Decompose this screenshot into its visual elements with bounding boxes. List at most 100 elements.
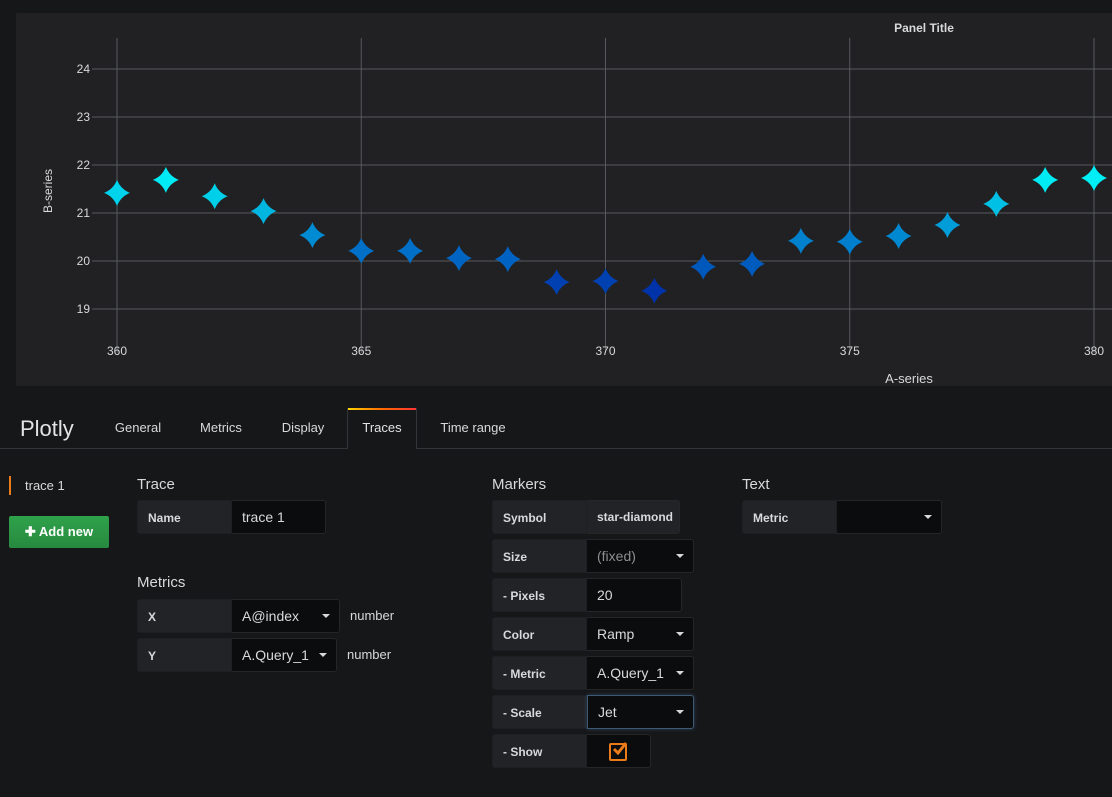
data-point[interactable] xyxy=(250,198,277,225)
x-type: number xyxy=(350,608,395,623)
data-point[interactable] xyxy=(739,250,766,277)
text-section-title: Text xyxy=(742,476,770,493)
trace-list-item[interactable]: trace 1 xyxy=(9,476,65,495)
color-metric-select[interactable]: A.Query_1 xyxy=(587,656,694,690)
data-point[interactable] xyxy=(641,277,668,304)
data-point[interactable] xyxy=(348,237,375,264)
data-point[interactable] xyxy=(445,245,472,272)
name-field-row: Name trace 1 xyxy=(137,500,326,534)
color-metric-label: - Metric xyxy=(492,656,587,690)
color-label: Color xyxy=(492,617,587,651)
x-label: X xyxy=(137,599,232,633)
color-select[interactable]: Ramp xyxy=(587,617,694,651)
size-row: Size (fixed) xyxy=(492,539,694,573)
y-metric-row: Y A.Query_1 number xyxy=(137,638,391,672)
pixels-row: - Pixels 20 xyxy=(492,578,682,612)
tick-labels: 360 365 370 375 380 19 20 21 22 23 24 xyxy=(77,62,1105,358)
y-tick-label: 20 xyxy=(77,254,91,268)
y-metric-value: A.Query_1 xyxy=(242,647,309,663)
editor-title: Plotly xyxy=(20,416,74,441)
scale-row: - Scale Jet xyxy=(492,695,694,729)
scale-label: - Scale xyxy=(492,695,587,729)
tab-time-range[interactable]: Time range xyxy=(425,408,521,448)
symbol-label: Symbol xyxy=(492,500,587,534)
symbol-row: Symbol star-diamond xyxy=(492,500,680,534)
y-tick-label: 23 xyxy=(77,110,91,124)
y-label: Y xyxy=(137,638,232,672)
data-point[interactable] xyxy=(1032,166,1059,193)
chevron-down-icon xyxy=(924,515,932,519)
y-tick-label: 24 xyxy=(77,62,91,76)
data-point[interactable] xyxy=(494,246,521,273)
markers-section-title: Markers xyxy=(492,476,547,493)
color-value: Ramp xyxy=(597,626,635,642)
show-label: - Show xyxy=(492,734,587,768)
x-tick-label: 380 xyxy=(1084,344,1104,358)
chevron-down-icon xyxy=(319,653,327,657)
y-tick-label: 19 xyxy=(77,302,91,316)
checkmark-icon xyxy=(612,742,628,755)
chevron-down-icon xyxy=(322,614,330,618)
show-row: - Show xyxy=(492,734,651,768)
y-tick-label: 21 xyxy=(77,206,91,220)
chevron-down-icon xyxy=(676,671,684,675)
y-type: number xyxy=(347,647,392,662)
color-metric-row: - Metric A.Query_1 xyxy=(492,656,694,690)
x-metric-select[interactable]: A@index xyxy=(232,599,340,633)
data-point[interactable] xyxy=(543,269,570,296)
data-point[interactable] xyxy=(592,268,619,295)
add-new-button[interactable]: ✚ Add new xyxy=(9,516,109,548)
color-row: Color Ramp xyxy=(492,617,694,651)
scatter-chart[interactable]: 360 365 370 375 380192021222324 Panel Title … xyxy=(16,13,1112,386)
y-tick-label: 22 xyxy=(77,158,91,172)
trace-section-title: Trace xyxy=(137,476,175,493)
pixels-input[interactable]: 20 xyxy=(587,578,682,612)
name-input[interactable]: trace 1 xyxy=(232,500,326,534)
tab-display[interactable]: Display xyxy=(266,408,340,448)
y-axis-label: B-series xyxy=(41,169,55,213)
chevron-down-icon xyxy=(676,710,684,714)
text-metric-label: Metric xyxy=(742,500,837,534)
tab-traces[interactable]: Traces xyxy=(347,408,417,449)
text-metric-row: Metric xyxy=(742,500,942,534)
data-point[interactable] xyxy=(836,228,863,255)
chevron-down-icon xyxy=(676,554,684,558)
tab-general[interactable]: General xyxy=(100,408,176,448)
data-point[interactable] xyxy=(104,179,130,206)
tab-metrics[interactable]: Metrics xyxy=(184,408,258,448)
x-tick-label: 370 xyxy=(595,344,615,358)
show-checkbox-cell xyxy=(587,734,651,768)
size-select[interactable]: (fixed) xyxy=(587,539,694,573)
data-point[interactable] xyxy=(299,222,326,249)
data-point[interactable] xyxy=(690,253,717,280)
x-tick-label: 375 xyxy=(840,344,860,358)
chart-panel: 360 365 370 375 380 19 20 21 22 23 24 Panel Title … xyxy=(16,13,1112,386)
grid xyxy=(92,38,1112,353)
x-metric-row: X A@index number xyxy=(137,599,394,633)
pixels-label: - Pixels xyxy=(492,578,587,612)
scale-select[interactable]: Jet xyxy=(587,695,694,729)
x-metric-value: A@index xyxy=(242,608,300,624)
chevron-down-icon xyxy=(676,632,684,636)
data-point[interactable] xyxy=(397,237,424,264)
x-tick-label: 365 xyxy=(351,344,371,358)
plus-icon: ✚ xyxy=(24,524,39,539)
symbol-value[interactable]: star-diamond xyxy=(587,500,680,534)
data-point[interactable] xyxy=(885,223,912,250)
y-metric-select[interactable]: A.Query_1 xyxy=(232,638,337,672)
text-metric-select[interactable] xyxy=(837,500,942,534)
data-point[interactable] xyxy=(934,212,961,238)
data-point[interactable] xyxy=(787,227,814,254)
metrics-section-title: Metrics xyxy=(137,574,186,591)
data-point[interactable] xyxy=(152,166,179,193)
add-new-label: Add new xyxy=(38,524,94,539)
color-metric-value: A.Query_1 xyxy=(597,665,664,681)
data-point[interactable] xyxy=(1081,164,1107,191)
chart-title: Panel Title xyxy=(894,21,954,35)
show-checkbox[interactable] xyxy=(609,742,628,761)
size-value: (fixed) xyxy=(597,548,636,564)
scale-value: Jet xyxy=(598,704,617,720)
data-point[interactable] xyxy=(201,183,228,210)
name-label: Name xyxy=(137,500,232,534)
x-axis-label: A-series xyxy=(885,371,933,386)
